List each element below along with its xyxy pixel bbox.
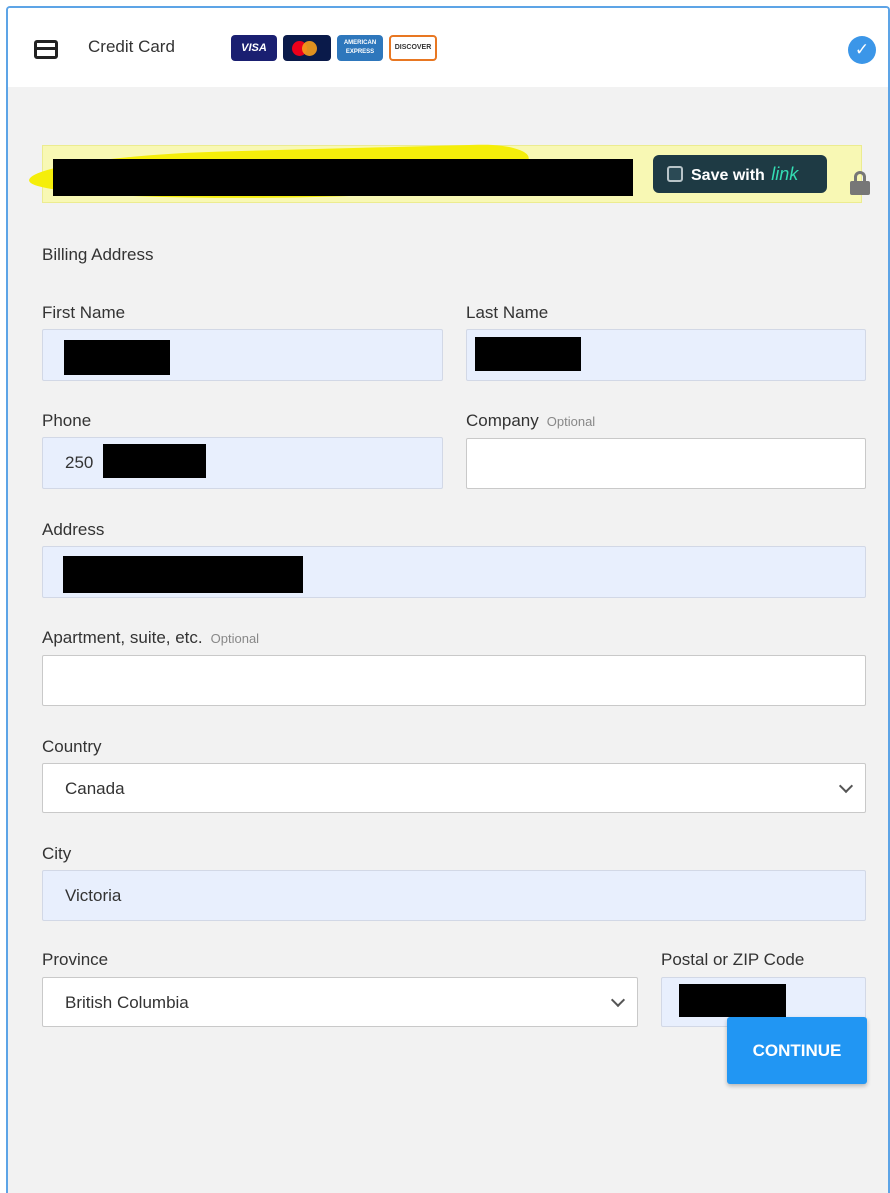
optional-hint: Optional: [546, 414, 596, 429]
chevron-down-icon: [610, 992, 626, 1008]
optional-hint: Optional: [210, 631, 260, 646]
redacted-value: [103, 444, 206, 478]
card-number-row: Save with link: [28, 143, 862, 205]
company-field[interactable]: [466, 438, 866, 489]
first-name-field[interactable]: [42, 329, 443, 381]
city-value: Victoria: [65, 886, 122, 905]
card-number-field[interactable]: [53, 159, 633, 196]
redacted-value: [64, 340, 170, 375]
province-value: British Columbia: [65, 993, 189, 1012]
continue-button[interactable]: CONTINUE: [727, 1017, 867, 1084]
link-logo: link: [771, 164, 799, 184]
lock-icon: [850, 171, 870, 195]
credit-card-icon: [34, 40, 58, 59]
mastercard-logo: [283, 35, 331, 61]
country-select[interactable]: Canada: [42, 763, 866, 813]
province-label: Province: [42, 950, 109, 969]
first-name-label: First Name: [42, 303, 126, 322]
chevron-down-icon: [838, 778, 854, 794]
province-select[interactable]: British Columbia: [42, 977, 638, 1027]
discover-logo: DISCOVER: [389, 35, 437, 61]
country-label: Country: [42, 737, 102, 756]
billing-address-heading: Billing Address: [42, 245, 154, 264]
save-with-link-button[interactable]: Save with link: [653, 155, 827, 193]
payment-method-header[interactable]: Credit Card VISA AMERICAN EXPRESS DISCOV…: [8, 8, 888, 87]
apartment-field[interactable]: [42, 655, 866, 706]
redacted-value: [475, 337, 581, 371]
apartment-label: Apartment, suite, etc. Optional: [42, 628, 259, 648]
save-label: Save with: [691, 167, 765, 184]
phone-field[interactable]: 250: [42, 437, 443, 489]
last-name-field[interactable]: [466, 329, 866, 381]
visa-logo: VISA: [231, 35, 277, 61]
city-label: City: [42, 844, 72, 863]
check-circle-icon: ✓: [848, 36, 876, 64]
last-name-label: Last Name: [466, 303, 549, 322]
save-checkbox[interactable]: [667, 166, 683, 182]
redacted-value: [679, 984, 786, 1017]
address-label: Address: [42, 520, 105, 539]
amex-logo: AMERICAN EXPRESS: [337, 35, 383, 61]
company-label: Company Optional: [466, 411, 595, 431]
city-field[interactable]: Victoria: [42, 870, 866, 921]
country-value: Canada: [65, 779, 125, 798]
company-label-text: Company: [466, 411, 539, 430]
phone-value: 250: [65, 453, 94, 472]
postal-code-label: Postal or ZIP Code: [661, 950, 805, 969]
payment-method-title: Credit Card: [88, 37, 175, 56]
redacted-value: [63, 556, 303, 593]
payment-method-panel: Credit Card VISA AMERICAN EXPRESS DISCOV…: [6, 6, 890, 1193]
apartment-label-text: Apartment, suite, etc.: [42, 628, 203, 647]
address-field[interactable]: [42, 546, 866, 598]
phone-label: Phone: [42, 411, 92, 430]
